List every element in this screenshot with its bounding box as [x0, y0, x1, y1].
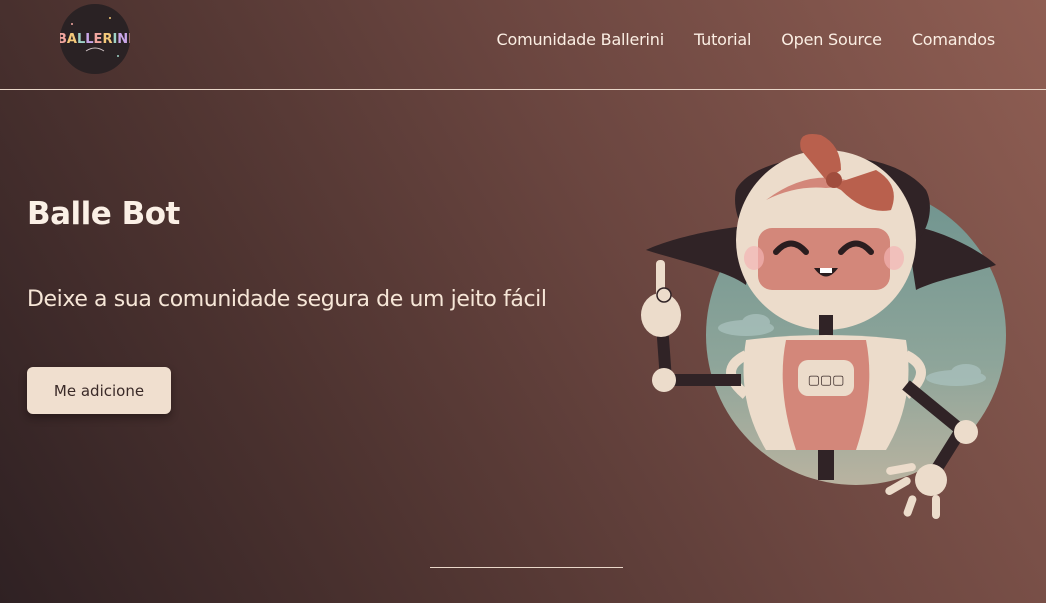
logo-letter: E	[94, 32, 103, 47]
logo-letter: A	[67, 32, 77, 47]
navbar: BALLERINI Comunidade Ballerini Tutorial …	[0, 0, 1046, 90]
nav-link-comandos[interactable]: Comandos	[912, 30, 995, 49]
nav-link-comunidade[interactable]: Comunidade Ballerini	[497, 30, 665, 49]
section-divider	[430, 567, 623, 568]
logo-letter: L	[85, 32, 93, 47]
logo-letter: B	[60, 32, 67, 47]
hero-subtitle: Deixe a sua comunidade segura de um jeit…	[27, 287, 547, 312]
right-hand	[915, 464, 947, 496]
logo-letter: R	[102, 32, 112, 47]
robot-illustration: ▢▢▢	[641, 134, 1006, 519]
chest-label: ▢▢▢	[808, 373, 845, 388]
logo-letter: I	[128, 32, 130, 47]
logo-letter: N	[117, 32, 128, 47]
face-screen	[758, 228, 890, 290]
nav-link-tutorial[interactable]: Tutorial	[694, 30, 751, 49]
logo-text: BALLERINI	[60, 32, 130, 47]
add-bot-button[interactable]: Me adicione	[27, 367, 171, 414]
main-nav: Comunidade Ballerini Tutorial Open Sourc…	[497, 30, 996, 49]
nav-link-open-source[interactable]: Open Source	[781, 30, 882, 49]
logo-letter: L	[77, 32, 85, 47]
ballerini-logo[interactable]: BALLERINI	[60, 4, 130, 74]
hero-title: Balle Bot	[27, 196, 180, 232]
logo-graphic: BALLERINI	[60, 17, 130, 57]
